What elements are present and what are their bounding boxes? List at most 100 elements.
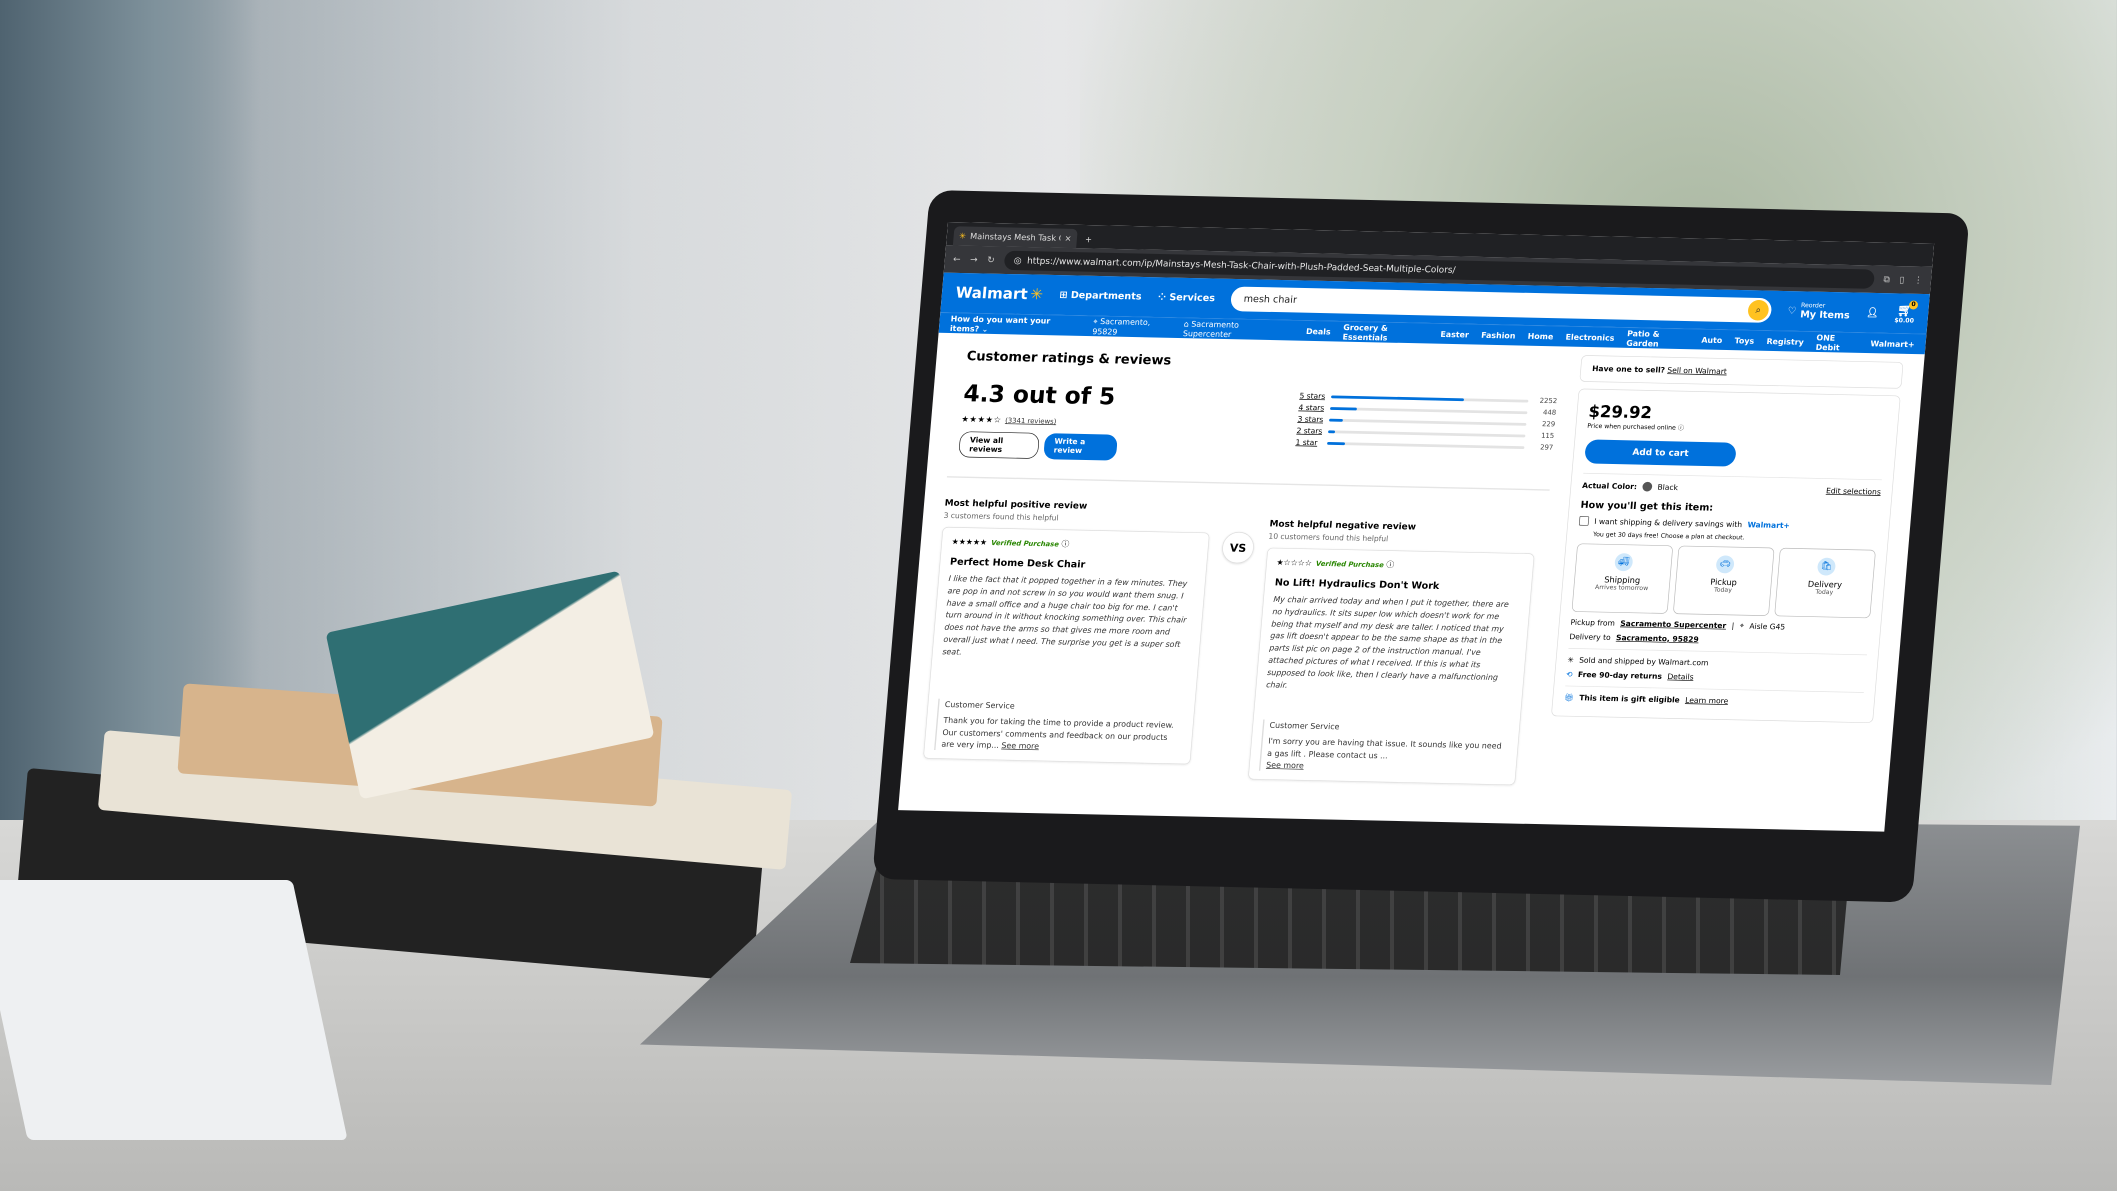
cart-total: $0.00 (1894, 316, 1915, 325)
gift-learn-more-link[interactable]: Learn more (1685, 696, 1729, 706)
heart-icon: ♡ (1787, 305, 1797, 317)
rating-bar-fill (1328, 418, 1343, 422)
store-link[interactable]: ⌂ Sacramento Supercenter (1183, 319, 1283, 340)
nav-link[interactable]: Walmart+ (1870, 338, 1915, 349)
account-icon[interactable]: 👤︎ (1866, 307, 1879, 318)
rating-bar-fill (1327, 441, 1345, 445)
cs-text: Thank you for taking the time to provide… (941, 715, 1175, 750)
info-icon[interactable]: ⓘ (1386, 560, 1395, 570)
pickup-option[interactable]: 🚗︎ Pickup Today (1672, 545, 1775, 617)
delivery-label: Delivery to (1569, 632, 1612, 643)
price-note: Price when purchased online (1586, 423, 1677, 432)
delivery-option[interactable]: 🛍︎ Delivery Today (1774, 547, 1876, 619)
nav-link[interactable]: Easter (1440, 329, 1469, 339)
location-link[interactable]: ⌖ Sacramento, 95829 (1092, 316, 1172, 338)
review-stars: ★★★★★ (951, 536, 988, 547)
info-icon[interactable]: ⓘ (1678, 425, 1685, 432)
nav-link[interactable]: Electronics (1565, 332, 1615, 343)
rating-bar-track (1328, 418, 1527, 426)
my-items-button[interactable]: ♡ Reorder My Items (1787, 302, 1851, 321)
rating-label[interactable]: 4 stars (1298, 403, 1326, 412)
walmart-plus-logo: Walmart+ (1747, 520, 1791, 530)
delivery-location-link[interactable]: Sacramento, 95829 (1616, 633, 1699, 644)
site-info-icon[interactable]: ◎ (1013, 255, 1022, 265)
negative-review: Most helpful negative review 10 customer… (1247, 519, 1537, 786)
positive-review: Most helpful positive review 3 customers… (923, 498, 1212, 765)
forward-icon[interactable]: → (970, 254, 978, 264)
cart-button[interactable]: 🛒︎ $0.00 0 (1894, 300, 1919, 325)
sell-on-walmart-link[interactable]: Sell on Walmart (1667, 366, 1727, 376)
rating-bar-track (1327, 430, 1526, 438)
review-title: Perfect Home Desk Chair (949, 556, 1086, 571)
truck-icon: 🚚︎ (1614, 553, 1634, 572)
nav-link[interactable]: Fashion (1481, 330, 1516, 340)
see-more-link[interactable]: See more (1266, 760, 1304, 770)
new-tab-button[interactable]: + (1085, 235, 1093, 245)
reviews-section: Customer ratings & reviews 4.3 out of 5 … (922, 341, 1561, 786)
paper-sheet (0, 880, 348, 1140)
option-name: Delivery (1807, 579, 1843, 590)
browser-tab[interactable]: ✳Mainstays Mesh Task Chair w× (952, 226, 1078, 249)
rating-label[interactable]: 2 stars (1296, 426, 1324, 435)
search-input[interactable]: mesh chair ⌕ (1230, 286, 1773, 323)
nav-link[interactable]: Auto (1701, 335, 1723, 345)
add-to-cart-button[interactable]: Add to cart (1584, 439, 1737, 467)
services-label: Services (1168, 291, 1216, 304)
see-more-link[interactable]: See more (1001, 740, 1039, 750)
back-icon[interactable]: ← (953, 254, 961, 264)
rating-label[interactable]: 3 stars (1297, 415, 1325, 424)
rating-label[interactable]: 5 stars (1299, 391, 1327, 400)
sidepanel-icon[interactable]: ▯ (1899, 275, 1905, 285)
review-count-link[interactable]: (3341 reviews) (1005, 417, 1057, 426)
search-value: mesh chair (1243, 293, 1298, 306)
shipping-option[interactable]: 🚚︎ Shipping Arrives tomorrow (1571, 543, 1674, 614)
write-review-button[interactable]: Write a review (1043, 433, 1118, 461)
view-all-reviews-button[interactable]: View all reviews (958, 431, 1041, 459)
returns-details-link[interactable]: Details (1667, 672, 1694, 681)
purchase-panel: $29.92 Price when purchased online ⓘ Add… (1551, 388, 1901, 724)
menu-icon[interactable]: ⋮ (1913, 275, 1923, 285)
pin-icon: ⌖ (1739, 620, 1745, 630)
departments-label: Departments (1070, 289, 1142, 303)
color-swatch-icon (1642, 481, 1653, 492)
sell-question: Have one to sell? (1591, 364, 1666, 375)
option-sub: Arrives tomorrow (1594, 584, 1649, 593)
cart-count-badge: 0 (1908, 300, 1919, 310)
nav-link[interactable]: Patio & Garden (1626, 328, 1690, 349)
info-icon[interactable]: ⓘ (1061, 539, 1070, 549)
fulfillment-heading: How you'll get this item: (1580, 499, 1714, 514)
pickup-store-link[interactable]: Sacramento Supercenter (1620, 619, 1727, 630)
verified-badge: Verified Purchase (990, 539, 1060, 549)
review-title: No Lift! Hydraulics Don't Work (1274, 577, 1440, 592)
car-icon: 🚗︎ (1715, 555, 1735, 574)
services-button[interactable]: ⁘ Services (1158, 292, 1216, 304)
walmart-logo[interactable]: Walmart ✳ (955, 284, 1044, 303)
extensions-icon[interactable]: ⧉ (1883, 274, 1890, 284)
reload-icon[interactable]: ↻ (987, 255, 995, 265)
nav-link[interactable]: Deals (1306, 326, 1331, 336)
fulfillment-selector[interactable]: How do you want your items? ⌄ (950, 314, 1082, 336)
nav-link[interactable]: ONE Debit (1815, 332, 1859, 352)
trial-note: You get 30 days free! Choose a plan at c… (1592, 531, 1745, 542)
returns-icon: ⟲ (1565, 669, 1573, 679)
rating-label[interactable]: 1 star (1295, 438, 1323, 447)
spark-icon: ✳ (1029, 285, 1044, 304)
rating-bar-track (1327, 441, 1525, 449)
nav-link[interactable]: Grocery & Essentials (1342, 322, 1429, 343)
logo-text: Walmart (954, 284, 1029, 303)
edit-selections-link[interactable]: Edit selections (1826, 486, 1882, 496)
vs-badge: VS (1220, 531, 1256, 564)
review-body: I like the fact that it popped together … (942, 573, 1188, 657)
verified-badge: Verified Purchase (1315, 560, 1385, 570)
nav-link[interactable]: Toys (1734, 335, 1754, 345)
color-label: Actual Color: (1581, 480, 1638, 491)
walmart-spark-icon: ✳ (958, 231, 967, 241)
nav-link[interactable]: Home (1527, 331, 1553, 341)
nav-link[interactable]: Registry (1766, 336, 1804, 346)
close-icon[interactable]: × (1064, 233, 1072, 243)
walmart-plus-checkbox[interactable] (1578, 516, 1590, 526)
aisle: Aisle G45 (1749, 621, 1786, 632)
search-icon[interactable]: ⌕ (1747, 299, 1770, 321)
rating-bar-fill (1330, 395, 1465, 401)
departments-button[interactable]: ⊞ Departments (1059, 290, 1142, 303)
